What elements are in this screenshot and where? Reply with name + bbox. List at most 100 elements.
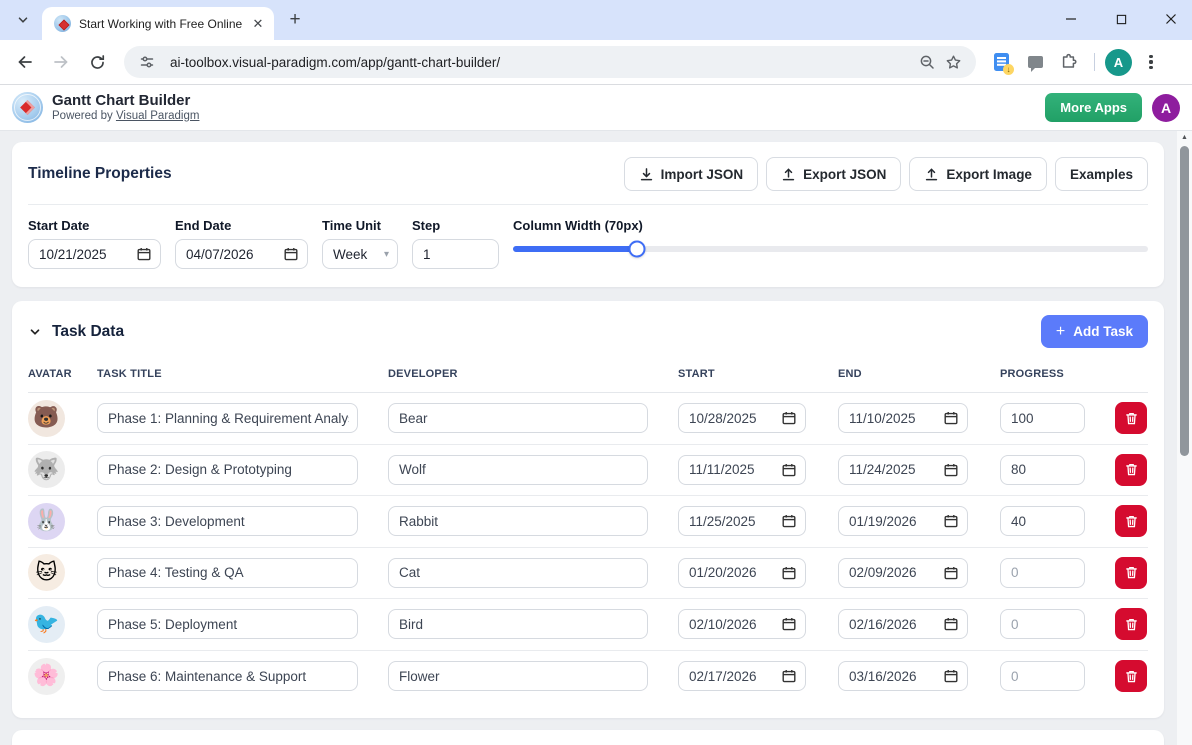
task-end-input[interactable] [839, 565, 944, 581]
task-start-input[interactable] [679, 565, 782, 581]
page-scrollbar[interactable]: ▲ [1177, 131, 1192, 745]
new-tab-button[interactable]: + [282, 7, 308, 33]
calendar-icon[interactable] [782, 669, 796, 683]
examples-button[interactable]: Examples [1054, 157, 1148, 191]
forward-icon[interactable] [46, 47, 76, 77]
calendar-icon[interactable] [944, 617, 958, 631]
scrollbar-thumb[interactable] [1180, 146, 1189, 456]
calendar-icon[interactable] [782, 411, 796, 425]
trash-icon [1125, 412, 1137, 424]
calendar-icon[interactable] [782, 617, 796, 631]
task-title-input[interactable] [98, 410, 357, 426]
calendar-icon[interactable] [137, 247, 151, 261]
timeline-properties-card: Timeline Properties Import JSON Export J… [12, 142, 1164, 287]
task-title-input[interactable] [98, 462, 357, 478]
tab-strip: Start Working with Free Online ✕ + [0, 0, 1192, 40]
back-icon[interactable] [10, 47, 40, 77]
browser-tab[interactable]: Start Working with Free Online ✕ [42, 7, 274, 40]
developer-input[interactable] [389, 616, 647, 632]
wolf-avatar: 🐺 [28, 451, 65, 489]
delete-task-button[interactable] [1115, 660, 1147, 693]
close-window-icon[interactable] [1160, 8, 1182, 30]
step-input[interactable] [413, 246, 498, 262]
calendar-icon[interactable] [944, 411, 958, 425]
delete-task-button[interactable] [1115, 556, 1147, 589]
task-end-input[interactable] [839, 462, 944, 478]
task-title-input[interactable] [98, 668, 357, 684]
task-title-input[interactable] [98, 513, 357, 529]
developer-input[interactable] [389, 565, 647, 581]
progress-input[interactable] [1001, 513, 1084, 529]
extensions-puzzle-icon[interactable] [1054, 47, 1084, 77]
developer-input[interactable] [389, 513, 647, 529]
progress-input[interactable] [1001, 668, 1084, 684]
upload-icon [926, 168, 938, 180]
slider-thumb[interactable] [628, 240, 646, 258]
calendar-icon[interactable] [944, 566, 958, 580]
column-width-slider[interactable] [513, 240, 1148, 258]
calendar-icon[interactable] [782, 566, 796, 580]
export-json-button[interactable]: Export JSON [766, 157, 902, 191]
task-table-header: AVATAR TASK TITLE DEVELOPER START END PR… [28, 360, 1148, 393]
time-unit-select[interactable]: Week ▾ [322, 239, 398, 269]
visual-paradigm-link[interactable]: Visual Paradigm [116, 110, 200, 122]
task-end-input[interactable] [839, 513, 944, 529]
calendar-icon[interactable] [782, 514, 796, 528]
more-apps-button[interactable]: More Apps [1045, 93, 1142, 122]
export-image-button[interactable]: Export Image [909, 157, 1047, 191]
address-bar[interactable]: ai-toolbox.visual-paradigm.com/app/gantt… [124, 46, 976, 78]
scrollbar-up-arrow-icon[interactable]: ▲ [1177, 134, 1192, 141]
time-unit-field: Time Unit Week ▾ [322, 218, 398, 269]
task-start-input[interactable] [679, 513, 782, 529]
import-json-button[interactable]: Import JSON [623, 157, 759, 191]
browser-profile-avatar[interactable]: A [1105, 48, 1132, 76]
start-date-input[interactable] [29, 246, 137, 262]
task-end-input[interactable] [839, 410, 944, 426]
delete-task-button[interactable] [1115, 505, 1147, 538]
site-settings-tune-icon[interactable] [134, 49, 160, 75]
app-user-avatar[interactable]: A [1152, 93, 1180, 122]
progress-input[interactable] [1001, 462, 1084, 478]
cat-avatar: 🐱 [28, 554, 65, 592]
end-date-input[interactable] [176, 246, 284, 262]
calendar-icon[interactable] [782, 463, 796, 477]
comment-icon[interactable] [1020, 47, 1050, 77]
developer-input[interactable] [389, 462, 647, 478]
bookmark-star-icon[interactable] [940, 49, 966, 75]
delete-task-button[interactable] [1115, 608, 1147, 641]
task-start-input[interactable] [679, 462, 782, 478]
zoom-out-icon[interactable] [914, 49, 940, 75]
progress-input[interactable] [1001, 410, 1084, 426]
calendar-icon[interactable] [944, 669, 958, 683]
task-start-input[interactable] [679, 616, 782, 632]
delete-task-button[interactable] [1115, 402, 1147, 435]
collapse-chevron-icon[interactable] [28, 325, 42, 339]
tab-search-chevron-icon[interactable] [10, 7, 36, 33]
reload-icon[interactable] [82, 47, 112, 77]
progress-input[interactable] [1001, 616, 1084, 632]
delete-task-button[interactable] [1115, 453, 1147, 486]
developer-input[interactable] [389, 668, 647, 684]
browser-menu-kebab-icon[interactable] [1136, 47, 1166, 77]
add-task-button[interactable]: + Add Task [1040, 315, 1148, 348]
trash-icon [1125, 670, 1137, 682]
tab-close-icon[interactable]: ✕ [250, 16, 266, 32]
calendar-icon[interactable] [944, 514, 958, 528]
calendar-icon[interactable] [284, 247, 298, 261]
minimize-icon[interactable] [1060, 8, 1082, 30]
task-start-input[interactable] [679, 410, 782, 426]
task-end-input[interactable] [839, 616, 944, 632]
task-end-input[interactable] [839, 668, 944, 684]
task-title-input[interactable] [98, 616, 357, 632]
col-task-title: TASK TITLE [97, 368, 162, 380]
docs-extension-icon[interactable]: ↓ [986, 47, 1016, 77]
task-start-input[interactable] [679, 668, 782, 684]
developer-input[interactable] [389, 410, 647, 426]
url-text[interactable]: ai-toolbox.visual-paradigm.com/app/gantt… [170, 55, 914, 70]
live-preview-card: Live Preview [12, 730, 1164, 745]
calendar-icon[interactable] [944, 463, 958, 477]
progress-input[interactable] [1001, 565, 1084, 581]
task-title-input[interactable] [98, 565, 357, 581]
col-developer: DEVELOPER [388, 368, 458, 380]
maximize-icon[interactable] [1110, 8, 1132, 30]
